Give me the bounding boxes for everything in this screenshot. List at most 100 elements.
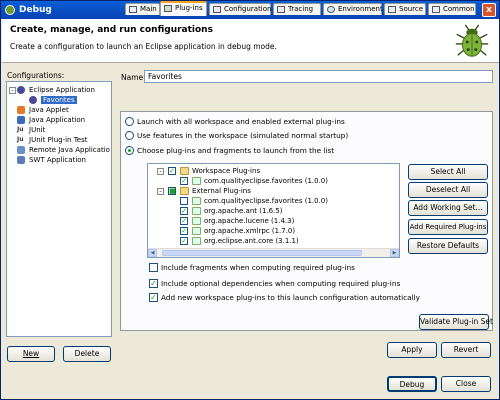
eclipse-config-icon <box>29 96 37 104</box>
tab-plugins[interactable]: Plug-ins <box>160 1 207 16</box>
scroll-thumb[interactable] <box>162 250 362 256</box>
config-tab-icon <box>213 6 221 13</box>
plugin-label: org.apache.lucene (1.4.3) <box>204 217 295 225</box>
tab-common[interactable]: Common <box>428 3 476 15</box>
bug-icon <box>455 24 489 57</box>
delete-button[interactable]: Delete <box>63 346 111 362</box>
select-all-button[interactable]: Select All <box>408 164 488 180</box>
plugin-row[interactable]: com.qualityeclipse.favorites (1.0.0) <box>150 196 398 206</box>
config-item-label: Eclipse Application <box>29 86 95 94</box>
folder-icon <box>180 187 189 195</box>
window-title: Debug <box>19 5 52 15</box>
plugins-tab-icon <box>164 5 172 12</box>
plugin-row[interactable]: ✓ org.apache.lucene (1.4.3) <box>150 216 398 226</box>
header-title: Create, manage, and run configurations <box>10 25 213 35</box>
revert-button[interactable]: Revert <box>441 342 491 358</box>
launch-all-radio[interactable] <box>125 117 134 126</box>
plugin-row[interactable]: ✓ org.apache.xmlrpc (1.7.0) <box>150 226 398 236</box>
plugin-checkbox[interactable]: ✓ <box>180 207 188 215</box>
tab-label: Common <box>443 5 475 13</box>
config-item-junit-plugin-test[interactable]: Ju JUnit Plug-in Test <box>17 135 88 145</box>
apply-button[interactable]: Apply <box>387 342 437 358</box>
plugin-label: org.eclipse.ant.core (3.1.1) <box>204 237 299 245</box>
config-item-java-applet[interactable]: Java Applet <box>17 105 69 115</box>
use-features-radio[interactable] <box>125 131 134 140</box>
tab-label: Environment <box>338 5 383 13</box>
config-item-junit[interactable]: Ju JUnit <box>17 125 45 135</box>
plugin-icon <box>192 177 201 185</box>
plugin-row[interactable]: ✓ org.eclipse.ant.core (3.1.1) <box>150 236 398 246</box>
add-required-plugins-button[interactable]: Add Required Plug-ins <box>408 219 488 235</box>
config-item-label: Java Application <box>29 116 86 124</box>
collapse-toggle[interactable]: - <box>9 87 16 94</box>
junit-plugin-icon: Ju <box>17 136 24 143</box>
collapse-toggle[interactable]: - <box>157 168 164 175</box>
dialog-header: Create, manage, and run configurations C… <box>2 19 499 63</box>
scroll-right-icon[interactable]: ▶ <box>390 249 399 257</box>
plugin-checkbox[interactable]: ✓ <box>168 167 176 175</box>
plugin-row-workspace[interactable]: - ✓ Workspace Plug-ins <box>150 166 398 176</box>
debug-button[interactable]: Debug <box>387 376 437 392</box>
delete-button-label: Delete <box>74 349 100 358</box>
config-item-java-application[interactable]: Java Application <box>17 115 85 125</box>
plugin-row[interactable]: ✓ com.qualityeclipse.favorites (1.0.0) <box>150 176 398 186</box>
tab-configuration[interactable]: Configuration <box>209 3 271 15</box>
close-button[interactable]: Close <box>441 376 491 392</box>
plugin-checkbox[interactable] <box>180 197 188 205</box>
include-optional-checkbox[interactable]: ✓ <box>149 279 158 288</box>
add-working-set-button[interactable]: Add Working Set... <box>408 200 488 216</box>
choose-plugins-radio[interactable] <box>125 146 134 155</box>
close-window-button[interactable]: x <box>482 3 496 17</box>
plugin-label: Workspace Plug-ins <box>192 167 261 175</box>
plugin-row[interactable]: ✓ org.apache.ant (1.6.5) <box>150 206 398 216</box>
config-item-eclipse-application[interactable]: Eclipse Application <box>17 85 95 95</box>
tab-environment[interactable]: Environment <box>323 3 383 15</box>
new-button[interactable]: New <box>7 346 55 362</box>
plugin-checkbox[interactable]: ✓ <box>180 217 188 225</box>
scroll-left-icon[interactable]: ◀ <box>148 249 157 257</box>
plugin-checkbox[interactable]: ✓ <box>180 177 188 185</box>
plugin-checkbox[interactable]: ✓ <box>180 227 188 235</box>
config-item-swt-application[interactable]: SWT Application <box>17 155 86 165</box>
tab-label: Plug-ins <box>175 4 203 12</box>
include-fragments-label: Include fragments when computing require… <box>161 263 355 272</box>
config-item-remote-java[interactable]: Remote Java Applicatio <box>17 145 110 155</box>
config-item-label: Remote Java Applicatio <box>29 146 110 154</box>
plugin-icon <box>192 207 201 215</box>
new-button-label: New <box>22 349 40 358</box>
plugin-checkbox[interactable]: ✓ <box>180 237 188 245</box>
plugin-icon <box>192 227 201 235</box>
choose-plugins-label: Choose plug-ins and fragments to launch … <box>137 146 335 155</box>
eclipse-icon <box>17 86 25 94</box>
plugin-label: com.qualityeclipse.favorites (1.0.0) <box>204 197 328 205</box>
config-item-label: JUnit Plug-in Test <box>29 136 88 144</box>
deselect-all-button[interactable]: Deselect All <box>408 182 488 198</box>
plugin-label: org.apache.ant (1.6.5) <box>204 207 283 215</box>
validate-plugin-set-button[interactable]: Validate Plug-in Set <box>419 314 493 330</box>
tab-main[interactable]: Main <box>125 3 160 15</box>
horizontal-scrollbar[interactable]: ◀ ▶ <box>148 248 399 257</box>
plugin-icon <box>192 197 201 205</box>
collapse-toggle[interactable]: - <box>157 188 164 195</box>
restore-defaults-button[interactable]: Restore Defaults <box>408 238 488 254</box>
config-item-label: Java Applet <box>29 106 69 114</box>
plugin-label: com.qualityeclipse.favorites (1.0.0) <box>204 177 328 185</box>
config-item-favorites[interactable]: Favorites <box>29 95 77 105</box>
configurations-tree[interactable]: Eclipse Application - Favorites Java App… <box>6 81 112 337</box>
tab-source[interactable]: Source <box>384 3 426 15</box>
add-new-plugins-checkbox[interactable]: ✓ <box>149 293 158 302</box>
tab-label: Main <box>140 5 157 13</box>
remote-java-icon <box>17 146 25 154</box>
plugin-checkbox-partial[interactable]: ■ <box>168 187 176 195</box>
tab-tracing[interactable]: Tracing <box>273 3 321 15</box>
include-fragments-checkbox[interactable] <box>149 263 158 272</box>
config-item-label: Favorites <box>41 96 77 104</box>
plugin-tree[interactable]: - ✓ Workspace Plug-ins ✓ com.qualityecli… <box>147 163 400 258</box>
plugin-icon <box>192 217 201 225</box>
tracing-tab-icon <box>277 6 285 13</box>
debug-dialog: Debug x Create, manage, and run configur… <box>0 0 500 400</box>
name-field[interactable]: Favorites <box>144 70 493 83</box>
common-tab-icon <box>432 6 440 13</box>
plugin-row-external[interactable]: - ■ External Plug-ins <box>150 186 398 196</box>
java-app-icon <box>17 116 25 124</box>
